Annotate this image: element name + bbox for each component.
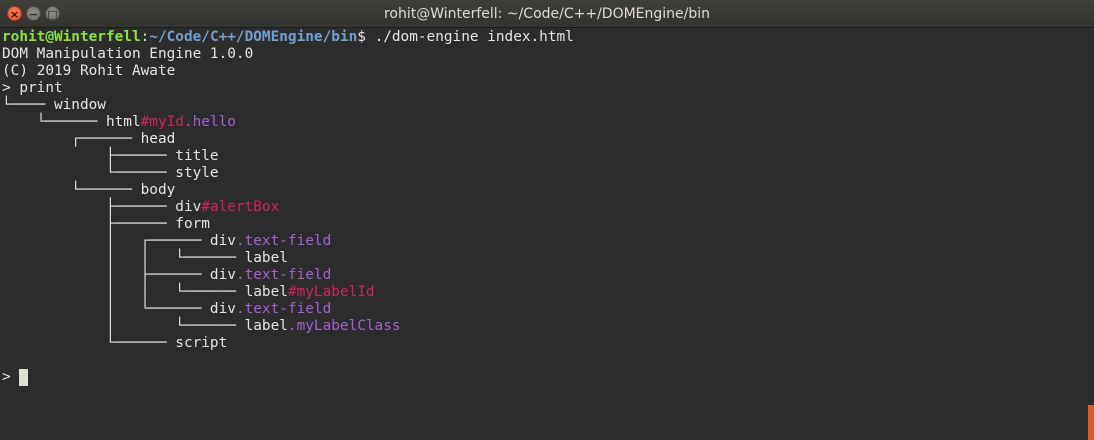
tree-node: │ └────── label [2, 318, 288, 334]
tree-line: └──── window [2, 97, 1094, 114]
prompt-symbol: $ [357, 29, 366, 45]
tree-line: │ │ └────── label [2, 250, 1094, 267]
tree-line: ├────── div#alertBox [2, 199, 1094, 216]
tree-line: ┌────── head [2, 131, 1094, 148]
tree-line: └────── body [2, 182, 1094, 199]
tree-node: └────── script [2, 335, 228, 351]
tree-node: └────── style [2, 165, 219, 181]
tree-line: └────── style [2, 165, 1094, 182]
terminal-window: × − □ rohit@Winterfell: ~/Code/C++/DOMEn… [0, 0, 1094, 440]
tree-node: │ │ └────── label [2, 284, 288, 300]
prompt-separator: : [140, 29, 150, 45]
tree-node: ├────── form [2, 216, 210, 232]
dom-tree-output: └──── window └────── html#myId.hello ┌──… [2, 97, 1094, 352]
tree-node: │ ├────── div [2, 267, 236, 283]
tree-node: ├────── title [2, 148, 219, 164]
tree-node: └────── html [2, 114, 141, 130]
tree-class: .text-field [235, 233, 332, 249]
tree-node: │ │ └────── label [2, 250, 288, 266]
tree-node: └────── body [2, 182, 176, 198]
tree-node: ├────── div [2, 199, 202, 215]
copyright-line: (C) 2019 Rohit Awate [2, 63, 176, 79]
tree-line: ├────── title [2, 148, 1094, 165]
scrollbar-thumb[interactable] [1088, 405, 1094, 440]
tree-node: │ └────── div [2, 301, 236, 317]
tree-class: .text-field [235, 301, 332, 317]
prompt-path: ~/Code/C++/DOMEngine/bin [149, 29, 358, 45]
input-line: > print [2, 80, 63, 96]
tree-line: ├────── form [2, 216, 1094, 233]
tree-line: │ └────── div.text-field [2, 301, 1094, 318]
tree-id: #myId [140, 114, 184, 130]
prompt-command: ./dom-engine index.html [365, 29, 574, 45]
tree-line: │ │ └────── label#myLabelId [2, 284, 1094, 301]
tree-line: └────── html#myId.hello [2, 114, 1094, 131]
prompt-user-host: rohit@Winterfell [2, 29, 141, 45]
current-prompt-symbol: > [2, 369, 20, 385]
tree-line: └────── script [2, 335, 1094, 352]
tree-id: #myLabelId [287, 284, 375, 300]
current-input-line[interactable]: > [2, 369, 1094, 386]
tree-id: #alertBox [201, 199, 280, 215]
terminal-output[interactable]: rohit@Winterfell:~/Code/C++/DOMEngine/bi… [0, 28, 1094, 440]
tree-node: └──── window [2, 97, 106, 113]
tree-class: .myLabelClass [287, 318, 401, 334]
tree-class: .text-field [235, 267, 332, 283]
window-title: rohit@Winterfell: ~/Code/C++/DOMEngine/b… [383, 6, 711, 22]
text-cursor [19, 369, 29, 386]
tree-line: │ ├────── div.text-field [2, 267, 1094, 284]
tree-node: │ ┌────── div [2, 233, 236, 249]
tree-class: .hello [183, 114, 236, 130]
banner-line: DOM Manipulation Engine 1.0.0 [2, 46, 254, 62]
title-bar[interactable]: × − □ rohit@Winterfell: ~/Code/C++/DOMEn… [0, 0, 1094, 28]
tree-line: │ └────── label.myLabelClass [2, 318, 1094, 335]
tree-line: │ ┌────── div.text-field [2, 233, 1094, 250]
prompt-line: rohit@Winterfell:~/Code/C++/DOMEngine/bi… [2, 29, 1094, 46]
tree-node: ┌────── head [2, 131, 176, 147]
